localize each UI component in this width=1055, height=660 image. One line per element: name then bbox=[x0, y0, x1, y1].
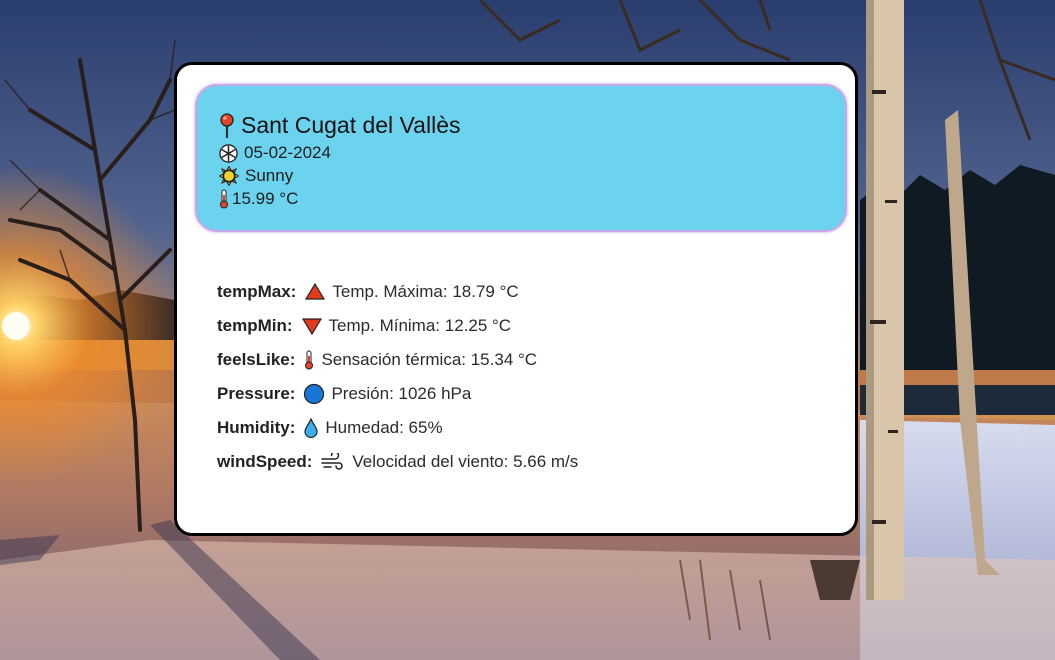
location-name: Sant Cugat del Vallès bbox=[241, 112, 461, 138]
detail-key: Pressure: bbox=[217, 384, 296, 403]
blue-circle-icon bbox=[303, 383, 325, 405]
thermometer-icon bbox=[219, 189, 229, 209]
detail-value: Sensación térmica: 15.34 °C bbox=[321, 350, 538, 369]
detail-key: windSpeed: bbox=[217, 452, 313, 471]
detail-value: Temp. Mínima: 12.25 °C bbox=[328, 316, 512, 335]
droplet-icon bbox=[303, 417, 319, 439]
detail-wind-speed: windSpeed: Velocidad del viento: 5.66 m/… bbox=[217, 445, 578, 479]
weather-card: Sant Cugat del Vallès 05-02-2024 Sunny 1… bbox=[174, 62, 858, 536]
detail-feels-like: feelsLike: Sensación térmica: 15.34 °C bbox=[217, 343, 578, 377]
sun-icon bbox=[219, 166, 239, 186]
detail-temp-max: tempMax: Temp. Máxima: 18.79 °C bbox=[217, 275, 578, 309]
date-row: 05-02-2024 bbox=[219, 143, 331, 163]
detail-pressure: Pressure: Presión: 1026 hPa bbox=[217, 377, 578, 411]
temperature-text: 15.99 °C bbox=[232, 189, 299, 208]
triangle-up-icon bbox=[304, 281, 326, 303]
detail-key: tempMax: bbox=[217, 282, 297, 301]
snowflake-icon bbox=[219, 143, 238, 163]
detail-key: tempMin: bbox=[217, 316, 293, 335]
location-row: Sant Cugat del Vallès bbox=[219, 112, 461, 139]
weather-header: Sant Cugat del Vallès 05-02-2024 Sunny 1… bbox=[195, 84, 847, 232]
triangle-down-icon bbox=[301, 315, 323, 337]
detail-key: feelsLike: bbox=[217, 350, 296, 369]
detail-temp-min: tempMin: Temp. Mínima: 12.25 °C bbox=[217, 309, 578, 343]
condition-text: Sunny bbox=[245, 166, 294, 185]
condition-row: Sunny bbox=[219, 166, 293, 186]
detail-value: Velocidad del viento: 5.66 m/s bbox=[352, 452, 579, 471]
detail-value: Temp. Máxima: 18.79 °C bbox=[332, 282, 519, 301]
detail-humidity: Humidity: Humedad: 65% bbox=[217, 411, 578, 445]
details-list: tempMax: Temp. Máxima: 18.79 °C tempMin:… bbox=[217, 275, 578, 479]
date-text: 05-02-2024 bbox=[244, 143, 331, 162]
detail-value: Presión: 1026 hPa bbox=[331, 384, 472, 403]
detail-value: Humedad: 65% bbox=[325, 418, 443, 437]
temperature-row: 15.99 °C bbox=[219, 189, 298, 209]
thermometer-icon bbox=[303, 349, 315, 371]
pin-icon bbox=[219, 112, 235, 139]
wind-icon bbox=[320, 451, 344, 473]
detail-key: Humidity: bbox=[217, 418, 296, 437]
